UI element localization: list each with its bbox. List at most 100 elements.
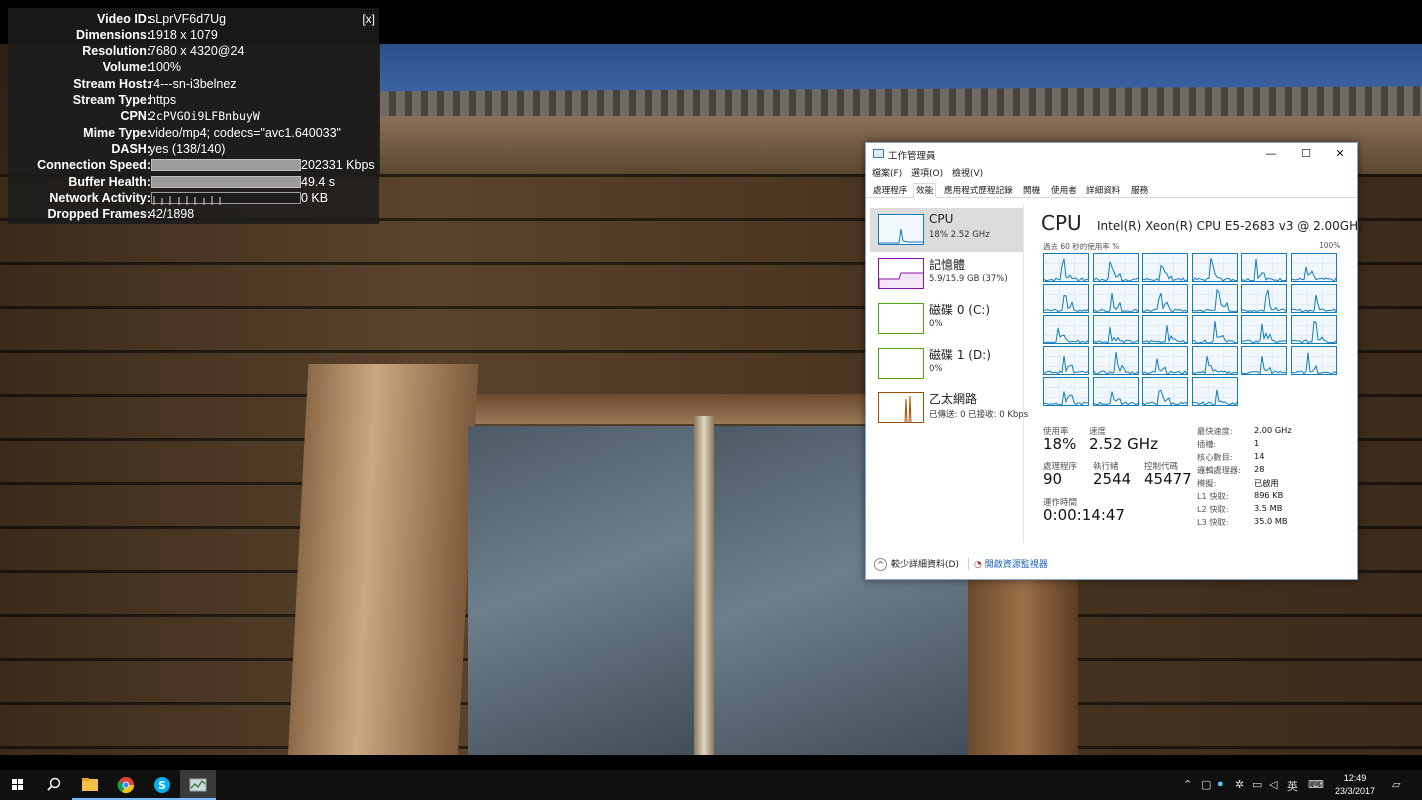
taskbar: S ⌃ ▢ ● ✲ ▭ ◁ 英 ⌨ 12:49 23/3/2017 ▱	[0, 770, 1422, 800]
taskbar-task-manager[interactable]	[180, 770, 216, 800]
spec-value: 896 KB	[1254, 490, 1284, 500]
stats-row-cpn: CPN: 2cPVGOi9LFBnbuyW	[8, 108, 379, 124]
taskbar-chrome[interactable]	[108, 770, 144, 800]
task-manager-window[interactable]: 工作管理員 — ☐ ✕ 檔案(F) 選項(O) 檢視(V) 處理程序 效能 應用…	[865, 142, 1365, 580]
stats-row-volume: Volume: 100%	[8, 59, 379, 75]
menu-view[interactable]: 檢視(V)	[952, 166, 983, 179]
logical-processor-graph	[1092, 284, 1139, 313]
logical-processor-graph	[1191, 315, 1238, 344]
clock[interactable]: 12:49 23/3/2017	[1330, 772, 1380, 798]
logical-processor-graph	[1191, 346, 1238, 375]
tab-performance[interactable]: 效能	[913, 183, 937, 198]
stats-value: 2cPVGOi9LFBnbuyW	[149, 109, 260, 123]
stats-row-stream-host: Stream Host: r4---sn-i3belnez	[8, 76, 379, 92]
maximize-button[interactable]: ☐	[1289, 143, 1323, 165]
cpu-thumbnail-graph	[878, 214, 924, 245]
fewer-details-button[interactable]: ^ 較少詳細資料(D)	[874, 557, 959, 571]
stats-label: DASH:	[111, 142, 151, 156]
resource-monitor-icon: ◔	[974, 560, 982, 570]
stats-label: Network Activity:	[49, 191, 151, 205]
volume-icon[interactable]: ◁	[1269, 778, 1277, 791]
stats-row-buffer-health: Buffer Health: 49.4 s	[8, 174, 379, 190]
logical-processor-graph	[1241, 284, 1288, 313]
window-frame-left	[287, 364, 479, 755]
keyboard-icon[interactable]: ⌨	[1308, 778, 1324, 791]
buffer-health-bar	[151, 176, 301, 188]
resource-ethernet[interactable]: 乙太網路 已傳送: 0 已接收: 0 Kbps	[870, 386, 1028, 430]
logical-processor-graph	[1043, 315, 1089, 344]
tab-app-history[interactable]: 應用程式歷程記錄	[941, 183, 1016, 198]
taskbar-file-explorer[interactable]	[72, 770, 108, 800]
stats-value: 1918 x 1079	[149, 28, 218, 42]
resource-disk-0[interactable]: 磁碟 0 (C:) 0%	[870, 297, 1023, 341]
ime-indicator[interactable]: 英	[1287, 778, 1298, 794]
spec-value: 3.5 MB	[1254, 503, 1283, 513]
minimize-button[interactable]: —	[1254, 143, 1288, 165]
resource-memory[interactable]: 記憶體 5.9/15.9 GB (37%)	[870, 252, 1023, 296]
stats-value: https	[149, 93, 177, 107]
disk-1-thumbnail-graph	[878, 348, 924, 379]
start-button[interactable]	[0, 770, 36, 800]
stats-value: 0 KB	[301, 191, 329, 205]
logical-processor-graph	[1142, 346, 1189, 375]
connection-speed-bar	[151, 159, 301, 171]
open-resource-monitor-link[interactable]: ◔ 開啟資源監視器	[974, 557, 1048, 570]
stats-for-nerds-panel: [x] Video ID: sLprVF6d7Ug Dimensions: 19…	[8, 8, 379, 224]
tab-processes[interactable]: 處理程序	[870, 183, 910, 198]
stats-value: 7680 x 4320@24	[149, 44, 245, 58]
stats-label: Stream Host:	[73, 77, 151, 91]
action-center-icon[interactable]: ▱	[1392, 778, 1400, 791]
footer-divider	[968, 558, 969, 570]
search-button[interactable]	[36, 770, 72, 800]
stats-label: Mime Type:	[83, 126, 151, 140]
stats-label: Dimensions:	[75, 28, 151, 42]
resource-name: 磁碟 1 (D:)	[929, 348, 991, 362]
resource-detail: 0%	[929, 364, 943, 374]
disk-0-thumbnail-graph	[878, 303, 924, 334]
cpu-model-name: Intel(R) Xeon(R) CPU E5-2683 v3 @ 2.00GH…	[1097, 219, 1365, 233]
logical-processor-graph	[1191, 284, 1238, 313]
stats-row-dropped-frames: Dropped Frames: 42/1898	[8, 206, 379, 222]
window-mullion	[694, 416, 714, 755]
tray-network-icon[interactable]: ▭	[1252, 778, 1262, 791]
close-button[interactable]: ✕	[1323, 143, 1357, 165]
logical-processor-graph	[1241, 315, 1288, 344]
logical-processor-graph	[1142, 315, 1189, 344]
logical-processor-graph	[1191, 253, 1238, 282]
logical-processor-graph	[1043, 377, 1089, 406]
chevron-up-icon: ^	[874, 558, 887, 571]
resource-name: CPU	[929, 212, 954, 226]
task-manager-icon	[873, 149, 884, 158]
resource-disk-1[interactable]: 磁碟 1 (D:) 0%	[870, 342, 1023, 386]
tab-users[interactable]: 使用者	[1048, 183, 1080, 198]
resource-cpu[interactable]: CPU 18% 2.52 GHz	[870, 208, 1023, 252]
logical-processor-graph	[1092, 377, 1139, 406]
logical-processor-graph	[1092, 346, 1139, 375]
tab-services[interactable]: 服務	[1128, 183, 1151, 198]
menu-options[interactable]: 選項(O)	[911, 166, 943, 179]
menu-file[interactable]: 檔案(F)	[872, 166, 902, 179]
graph-axis-label: 過去 60 秒的使用率 %	[1043, 242, 1120, 251]
logical-processor-graph	[1291, 284, 1337, 313]
stats-row-network-activity: Network Activity: 0 KB	[8, 190, 379, 206]
logical-processor-graph	[1043, 253, 1089, 282]
tab-details[interactable]: 詳細資料	[1083, 183, 1123, 198]
stats-label: Connection Speed:	[37, 158, 151, 172]
tray-network-globe-icon[interactable]: ●	[1217, 778, 1224, 790]
svg-text:S: S	[158, 779, 166, 792]
title-bar[interactable]: 工作管理員 — ☐ ✕	[866, 143, 1357, 165]
spec-label: 最快速度:	[1197, 426, 1233, 436]
threads-value: 2544	[1093, 470, 1132, 488]
menu-bar: 檔案(F) 選項(O) 檢視(V)	[866, 165, 1357, 180]
stats-value: 42/1898	[149, 207, 195, 221]
show-hidden-icons-button[interactable]: ⌃	[1183, 778, 1192, 791]
taskbar-skype[interactable]: S	[144, 770, 180, 800]
tray-monitor-icon[interactable]: ▢	[1201, 778, 1211, 791]
tab-startup[interactable]: 開機	[1020, 183, 1043, 198]
tray-settings-icon[interactable]: ✲	[1235, 778, 1244, 791]
logical-processor-graph	[1241, 346, 1288, 375]
resource-detail: 已傳送: 0 已接收: 0 Kbps	[929, 410, 1029, 420]
logical-processor-graph	[1142, 253, 1189, 282]
stats-label: Dropped Frames:	[47, 207, 152, 221]
spec-label: L2 快取:	[1197, 504, 1229, 514]
